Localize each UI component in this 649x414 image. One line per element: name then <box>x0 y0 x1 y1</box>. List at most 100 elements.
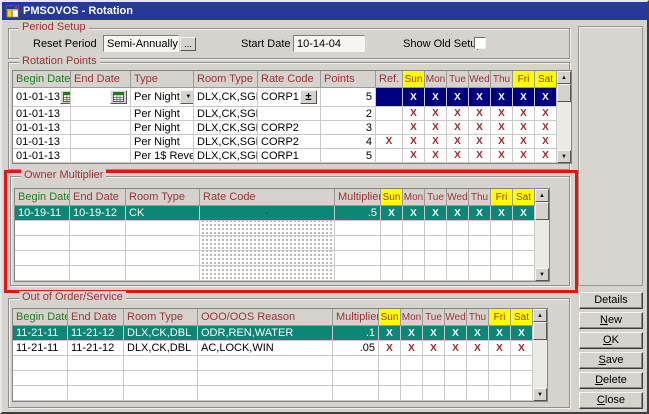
button-save[interactable]: Save <box>579 352 643 369</box>
calendar-icon <box>63 92 71 102</box>
scrollbar-thumb[interactable] <box>557 84 571 102</box>
column-header-wed: Wed <box>445 309 467 326</box>
column-header-sat: Sat <box>511 309 533 326</box>
room-type-cell[interactable]: DLX,CK,SGI± <box>194 88 258 107</box>
day-cell: X <box>425 149 447 163</box>
button-delete[interactable]: Delete <box>579 372 643 389</box>
scroll-down-button[interactable]: ▼ <box>533 388 547 401</box>
room-type-cell <box>124 371 198 386</box>
type-cell[interactable]: Per Night▼ <box>131 88 194 107</box>
x-mark: X <box>432 150 439 161</box>
points-cell: 3 <box>321 121 376 135</box>
owner-multiplier-row[interactable] <box>15 221 535 236</box>
out-of-order-service-row[interactable] <box>13 371 533 386</box>
scroll-up-button[interactable]: ▲ <box>557 71 571 84</box>
column-header-multiplier-text: Multiplier <box>336 311 379 323</box>
type-cell-text: Per Night <box>134 136 180 148</box>
rotation-points-row[interactable]: 01-01-13Per NightDLX,CK,SGK,K(CORP23XXXX… <box>13 121 557 135</box>
owner-multiplier-row[interactable] <box>15 266 535 281</box>
rotation-points-row[interactable]: 01-01-13Per NightDLX,CK,SGK,K(CORP24XXXX… <box>13 135 557 149</box>
rate-code-lov-button[interactable]: ± <box>300 90 317 104</box>
scroll-down-button[interactable]: ▼ <box>535 268 549 281</box>
room-type-cell: DLX,CK,DBL <box>124 341 198 356</box>
multiplier-cell: .05 <box>333 341 379 356</box>
begin-date-cell[interactable]: 01-01-13 <box>13 88 71 107</box>
x-mark: X <box>498 208 505 219</box>
out-of-order-service-row[interactable] <box>13 356 533 371</box>
rotation-points-row[interactable]: 01-01-13Per Night▼DLX,CK,SGI±CORP1±5XXXX… <box>13 88 557 107</box>
button-details[interactable]: Details <box>579 292 643 309</box>
reset-period-ellipsis-button[interactable]: ... <box>180 37 196 51</box>
owner-multiplier-scrollbar[interactable]: ▲ ▼ <box>535 188 550 282</box>
column-header-multiplier-text: Multiplier <box>338 191 381 203</box>
x-mark: X <box>386 328 393 339</box>
begin-date-cell-text: 01-01-13 <box>16 150 60 162</box>
owner-multiplier-row[interactable] <box>15 236 535 251</box>
column-header-tue: Tue <box>425 189 447 206</box>
day-cell <box>489 371 511 386</box>
scroll-up-button[interactable]: ▲ <box>533 309 547 322</box>
button-new[interactable]: New <box>579 312 643 329</box>
out-of-order-service-row[interactable] <box>13 386 533 401</box>
points-cell-text: 5 <box>366 150 372 162</box>
lov-icon: ± <box>305 92 311 102</box>
scrollbar-thumb[interactable] <box>533 322 547 340</box>
x-mark: X <box>432 92 439 103</box>
reason-cell <box>198 386 333 401</box>
x-mark: X <box>542 92 549 103</box>
day-cell <box>401 386 423 401</box>
day-cell: X <box>469 88 491 107</box>
reset-period-value: Semi-Annually <box>107 38 178 50</box>
day-cell <box>447 266 469 281</box>
day-cell: X <box>379 326 401 341</box>
x-mark: X <box>474 343 481 354</box>
day-cell <box>511 386 533 401</box>
calendar-button[interactable] <box>110 90 127 104</box>
points-cell: 5 <box>321 88 376 107</box>
day-cell <box>379 371 401 386</box>
column-header-end-date-text: End Date <box>74 73 120 85</box>
rotation-points-row[interactable]: 01-01-13Per 1$ RevenuDLX,CK,SGK,K(CORP15… <box>13 149 557 163</box>
owner-multiplier-row[interactable]: 10-19-1110-19-12CK.5XXXXXXX <box>15 206 535 221</box>
type-dropdown-button[interactable]: ▼ <box>180 90 194 104</box>
scrollbar-thumb[interactable] <box>535 202 549 220</box>
day-cell <box>447 236 469 251</box>
column-header-points-text: Points <box>324 73 355 85</box>
rotation-points-row[interactable]: 01-01-13Per NightDLX,CK,SGK,K(2XXXXXXX <box>13 107 557 121</box>
show-old-setup-checkbox[interactable] <box>474 37 486 49</box>
column-header-end-date: End Date <box>70 189 126 206</box>
rate-code-cell[interactable]: CORP1± <box>258 88 321 107</box>
start-date-field[interactable]: 10-14-04 <box>293 35 365 52</box>
calendar-button[interactable] <box>60 90 71 104</box>
reset-period-field[interactable]: Semi-Annually <box>103 35 179 52</box>
day-cell: X <box>403 121 425 135</box>
end-date-cell[interactable] <box>71 88 131 107</box>
owner-multiplier-row[interactable] <box>15 251 535 266</box>
out-of-order-service-row[interactable]: 11-21-1111-21-12DLX,CK,DBLAC,LOCK,WIN.05… <box>13 341 533 356</box>
day-cell: X <box>511 341 533 356</box>
day-cell <box>403 236 425 251</box>
column-header-fri: Fri <box>489 309 511 326</box>
type-cell-text: Per Night <box>134 122 180 134</box>
day-cell: X <box>511 326 533 341</box>
begin-date-cell-text: 11-21-11 <box>16 342 58 354</box>
day-cell: X <box>403 107 425 121</box>
day-cell <box>403 266 425 281</box>
room-type-cell: DLX,CK,SGK,K( <box>194 149 258 163</box>
out-of-order-service-row[interactable]: 11-21-1111-21-12DLX,CK,DBLODR,REN,WATER.… <box>13 326 533 341</box>
room-type-cell <box>124 386 198 401</box>
rotation-points-scrollbar[interactable]: ▲ ▼ <box>557 70 572 164</box>
column-header-sun: Sun <box>403 71 425 88</box>
scroll-down-button[interactable]: ▼ <box>557 150 571 163</box>
scrollbar-track[interactable] <box>557 102 571 150</box>
button-close[interactable]: Close <box>579 392 643 409</box>
out-of-order-service-scrollbar[interactable]: ▲ ▼ <box>533 308 548 402</box>
button-ok[interactable]: OK <box>579 332 643 349</box>
day-cell <box>445 371 467 386</box>
day-cell <box>445 356 467 371</box>
scrollbar-track[interactable] <box>535 220 549 268</box>
begin-date-cell <box>15 221 70 236</box>
scrollbar-track[interactable] <box>533 340 547 388</box>
scroll-up-button[interactable]: ▲ <box>535 189 549 202</box>
column-header-thu: Thu <box>491 71 513 88</box>
